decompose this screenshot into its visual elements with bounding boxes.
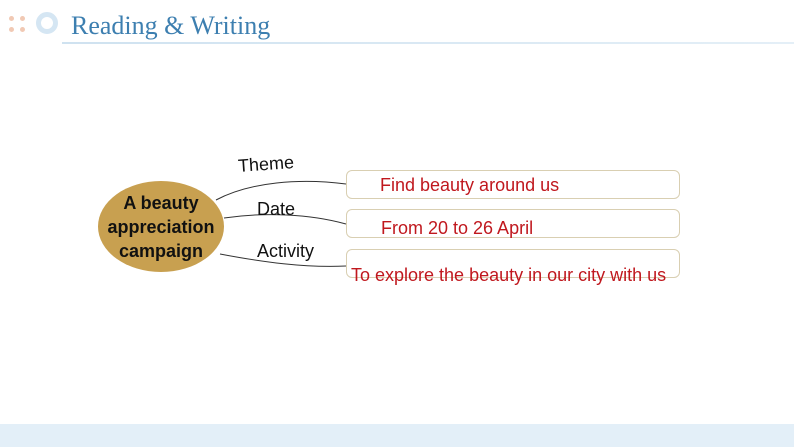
connector-theme — [215, 180, 347, 201]
branch-label-date: Date — [257, 199, 296, 219]
page-title: Reading & Writing — [71, 11, 271, 40]
central-concept-oval: A beauty appreciation campaign — [98, 181, 224, 272]
header-divider — [62, 42, 794, 44]
header-ring-icon — [36, 12, 58, 34]
value-text-activity: To explore the beauty in our city with u… — [351, 265, 667, 285]
central-concept-text: A beauty appreciation campaign — [107, 192, 215, 261]
value-text-date: From 20 to 26 April — [381, 218, 534, 238]
footer-band — [0, 424, 794, 447]
header-dots-decoration — [9, 16, 29, 38]
branch-label-activity: Activity — [257, 241, 315, 261]
branch-label-theme: Theme — [237, 152, 295, 176]
value-text-theme: Find beauty around us — [380, 175, 560, 195]
